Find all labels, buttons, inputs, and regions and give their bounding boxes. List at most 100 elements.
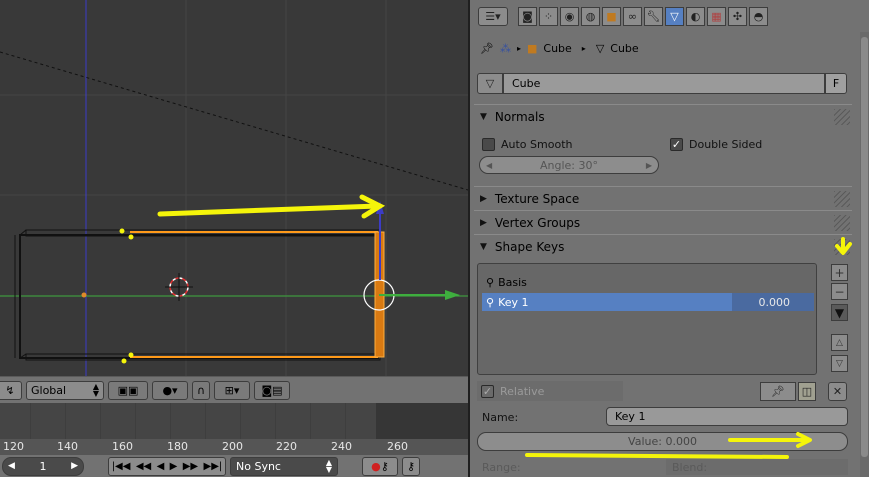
auto-smooth-box[interactable] <box>482 137 495 151</box>
drag-grip-icon[interactable] <box>834 191 850 207</box>
move-down-button[interactable]: ▽ <box>831 355 848 372</box>
expanded-triangle-icon: ▼ <box>480 111 487 122</box>
move-up-button[interactable]: △ <box>831 334 848 351</box>
sync-mode-select[interactable]: No Sync ▲ ▼ <box>230 456 338 476</box>
play-reverse-icon[interactable]: ◀ <box>157 461 165 472</box>
tab-material[interactable]: ◐ <box>686 6 705 26</box>
check-icon: ✓ <box>482 384 493 398</box>
relative-checkbox[interactable]: ✓ Relative <box>477 381 623 401</box>
double-sided-box[interactable]: ✓ <box>670 137 683 151</box>
texture-icon: ▦ <box>711 9 722 23</box>
object-origin <box>81 292 87 298</box>
timeline-ruler[interactable]: 120 140 160 180 200 220 240 260 <box>0 439 468 455</box>
breadcrumb-object: Cube <box>543 41 572 55</box>
key-icon: ⚷ <box>406 459 416 473</box>
auto-smooth-angle-field[interactable]: ◀ Angle: 30° ▶ <box>479 156 659 174</box>
blend-row[interactable]: Blend: <box>666 459 848 475</box>
edit-mode-shape-button[interactable]: ◫ <box>798 381 816 401</box>
tab-render[interactable]: ◙ <box>518 6 537 26</box>
scrollbar-thumb[interactable] <box>861 37 868 457</box>
panel-texture-space-header[interactable]: ▶ Texture Space <box>474 186 852 210</box>
fake-user-label: F <box>832 77 840 90</box>
editor-type-button[interactable]: ☰▾ <box>478 6 508 26</box>
snap-element-select[interactable]: ⊞▾ <box>214 380 250 400</box>
tab-physics[interactable]: ◓ <box>749 6 768 26</box>
name-label: Name: <box>482 410 519 424</box>
range-label: Range: <box>482 460 521 474</box>
snap-toggle[interactable]: ∩ <box>192 380 210 400</box>
record-buttons[interactable]: ● ⚷ <box>362 456 398 476</box>
tab-particles[interactable]: ✣ <box>728 6 747 26</box>
tab-texture[interactable]: ▦ <box>707 6 726 26</box>
relative-box[interactable]: ✓ <box>481 384 494 398</box>
shape-key-value-slider[interactable]: Value: 0.000 <box>477 432 848 451</box>
annotation-arrow <box>157 194 386 219</box>
panel-vertex-groups-title: Vertex Groups <box>494 215 581 230</box>
pin-shape-button[interactable]: 📌︎ <box>760 381 796 401</box>
tab-data[interactable]: ▽ <box>665 6 684 26</box>
pivot-select[interactable]: ●▾ <box>152 380 188 400</box>
double-sided-checkbox[interactable]: ✓ Double Sided <box>670 136 762 152</box>
playback-controls[interactable]: |◀◀ ◀◀ ◀ ▶ ▶▶ ▶▶| <box>108 456 226 476</box>
panel-shape-keys-header[interactable]: ▼ Shape Keys <box>474 234 852 258</box>
orientation-select[interactable]: Global ▲ ▼ <box>26 380 104 400</box>
shape-keys-list[interactable]: ⚲ Basis ⚲ Key 1 0.000 <box>477 263 817 375</box>
properties-scrollbar[interactable] <box>860 32 869 477</box>
cube-layer-icon: ▣▣ <box>117 383 139 397</box>
layer-buttons[interactable]: ▣▣ <box>108 380 148 400</box>
keyingset-button[interactable]: ⚷ <box>402 456 420 476</box>
jump-end-icon[interactable]: ▶▶| <box>204 461 223 472</box>
play-icon[interactable]: ▶ <box>170 461 178 472</box>
mesh-datablock-selector: ▽ Cube F <box>477 73 849 94</box>
jump-start-icon[interactable]: |◀◀ <box>112 461 131 472</box>
next-keyframe-icon[interactable]: ▶▶ <box>183 461 198 472</box>
add-shape-key-button[interactable]: + <box>831 264 848 281</box>
auto-smooth-checkbox[interactable]: Auto Smooth <box>482 136 572 152</box>
ruler-tick: 120 <box>3 440 24 453</box>
shape-key-icon: ⚲ <box>486 295 495 309</box>
shape-key-specials-button[interactable]: ▼ <box>831 304 848 321</box>
remove-shape-key-button[interactable]: − <box>831 283 848 300</box>
current-frame-field[interactable]: ◀ 1 ▶ <box>2 456 84 476</box>
tab-modifiers[interactable]: 🔧︎ <box>644 6 663 26</box>
manipulator-toggle-button[interactable]: ↯ <box>0 380 22 400</box>
panel-normals-header[interactable]: ▼ Normals <box>474 104 852 128</box>
mesh-name-field[interactable]: Cube <box>503 73 825 94</box>
edit-mode-icon: ◫ <box>801 384 813 398</box>
drag-grip-icon[interactable] <box>834 215 850 231</box>
double-sided-label: Double Sided <box>689 137 763 151</box>
list-item[interactable]: ⚲ Key 1 0.000 <box>482 293 814 311</box>
panel-normals-title: Normals <box>494 109 545 124</box>
physics-icon: ◓ <box>753 9 764 23</box>
breadcrumb: 📌︎ ⁂ ▸ ■ Cube ▸ ▽ Cube <box>480 40 639 56</box>
drag-grip-icon[interactable] <box>834 239 850 255</box>
panel-vertex-groups-header[interactable]: ▶ Vertex Groups <box>474 210 852 234</box>
render-buttons[interactable]: ◙▤ <box>254 380 290 400</box>
tab-object[interactable]: ■ <box>602 6 621 26</box>
fake-user-button[interactable]: F <box>825 73 847 94</box>
timeline-area[interactable] <box>0 403 468 439</box>
minus-icon: − <box>834 284 845 299</box>
list-item[interactable]: ⚲ Basis <box>482 273 814 291</box>
shape-key-value[interactable]: 0.000 <box>759 296 791 309</box>
pin-icon: 📌︎ <box>771 384 785 398</box>
tab-world[interactable]: ◍ <box>581 6 600 26</box>
pin-icon[interactable]: 📌︎ <box>480 42 494 55</box>
down-arrow-icon: ▼ <box>834 305 845 320</box>
3d-viewport[interactable] <box>0 0 468 376</box>
shape-key-name-field[interactable]: Key 1 <box>606 407 848 426</box>
tab-render-layers[interactable]: ⁘ <box>539 6 558 26</box>
wrench-icon: 🔧︎ <box>646 9 661 23</box>
mesh-data-icon: ▽ <box>595 41 605 55</box>
drag-grip-icon[interactable] <box>834 109 850 125</box>
prev-keyframe-icon[interactable]: ◀◀ <box>136 461 151 472</box>
tab-constraints[interactable]: ∞ <box>623 6 642 26</box>
viewport-grid <box>0 0 468 376</box>
translate-icon: ↯ <box>5 383 15 397</box>
tab-scene[interactable]: ◉ <box>560 6 579 26</box>
timeline-out-of-range <box>376 403 468 439</box>
shape-key-name-value: Key 1 <box>615 410 646 423</box>
browse-mesh-button[interactable]: ▽ <box>477 73 503 94</box>
clear-shape-button[interactable]: ✕ <box>828 381 847 401</box>
check-icon: ✓ <box>671 137 682 151</box>
